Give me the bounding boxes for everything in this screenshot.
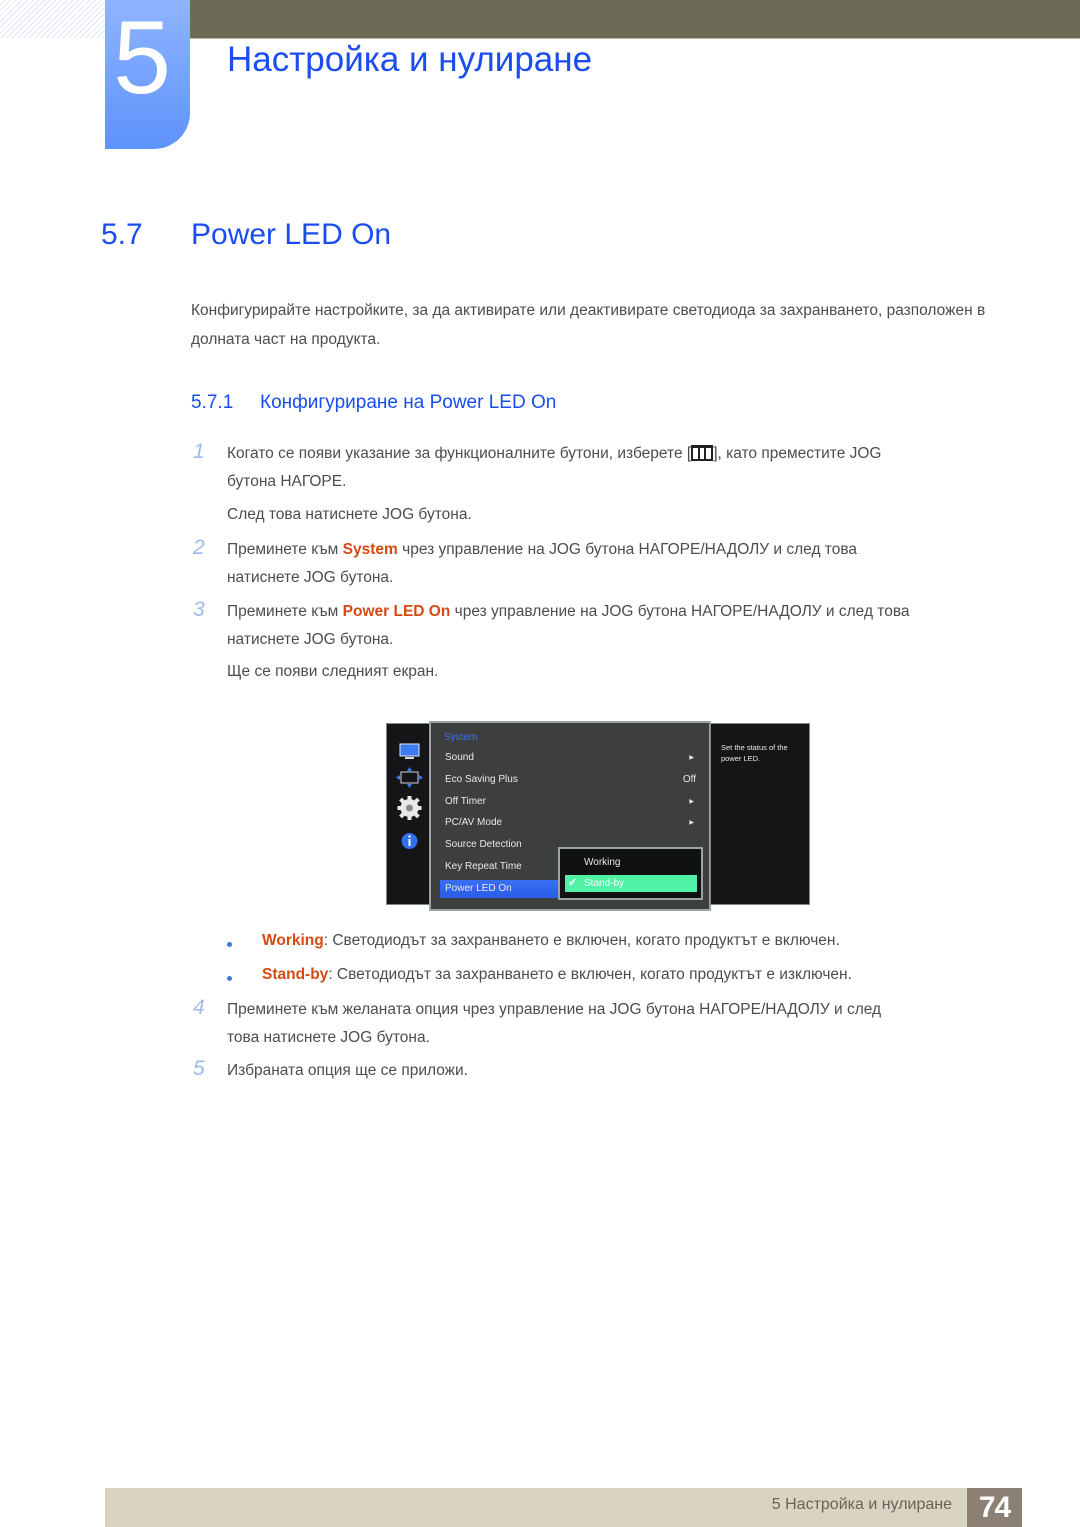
osd-item-power-led-on[interactable]: Power LED On: [440, 880, 560, 898]
subsection-number: 5.7.1: [191, 392, 234, 413]
osd-menu-panel: System Sound ▶ Eco Saving Plus Off Off T…: [429, 721, 711, 911]
footer-chapter-title: 5 Настройка и нулиране: [771, 1496, 952, 1513]
power-led-highlight: Power LED On: [342, 603, 451, 620]
step-3-line2: натиснете JOG бутона.: [227, 631, 394, 648]
osd-option-stand-by[interactable]: ✔ Stand-by: [565, 875, 697, 892]
step-4-line2: това натиснете JOG бутона.: [227, 1029, 430, 1046]
osd-option-label: Working: [584, 857, 621, 868]
arrow-right-icon: ▶: [689, 755, 694, 761]
header-hatch-decoration: [0, 0, 105, 38]
step-2-line2: натиснете JOG бутона.: [227, 569, 394, 586]
osd-option-working[interactable]: Working: [565, 854, 697, 871]
monitor-icon[interactable]: [399, 743, 420, 759]
system-highlight: System: [342, 541, 398, 558]
option-stand-by: Stand-by: Светодиодът за захранването е …: [262, 961, 1022, 989]
osd-item-label: PC/AV Mode: [445, 817, 503, 828]
step-1-note: След това натиснете JOG бутона.: [227, 506, 472, 523]
osd-item-off-timer[interactable]: Off Timer ▶: [440, 793, 700, 811]
osd-item-label: Eco Saving Plus: [445, 774, 518, 785]
osd-item-label: Sound: [445, 752, 474, 763]
osd-submenu: Working ✔ Stand-by: [558, 847, 703, 900]
info-icon[interactable]: [401, 833, 418, 849]
osd-item-label: Key Repeat Time: [445, 861, 522, 872]
option-name: Stand-by: [262, 966, 329, 983]
chapter-tab: 5: [105, 0, 190, 149]
bullet-icon: [227, 942, 232, 947]
bullet-icon: [227, 976, 232, 981]
osd-sidebar-icons: [396, 743, 423, 849]
step-1-line2: бутона НАГОРЕ.: [227, 473, 347, 490]
step-1-text-b: ], като преместите JOG: [713, 445, 882, 462]
step-3-post: чрез управление на JOG бутона НАГОРЕ/НАД…: [450, 603, 910, 620]
step-4-text: Преминете към желаната опция чрез управл…: [227, 996, 1017, 1052]
osd-item-label: Power LED On: [445, 883, 512, 894]
osd-item-sound[interactable]: Sound ▶: [440, 749, 700, 767]
step-number: 2: [193, 536, 205, 559]
chapter-number: 5: [113, 0, 171, 116]
step-3-text: Преминете към Power LED On чрез управлен…: [227, 598, 1017, 654]
step-4-line1: Преминете към желаната опция чрез управл…: [227, 1001, 882, 1018]
step-number: 5: [193, 1057, 205, 1080]
step-number: 4: [193, 996, 205, 1019]
osd-option-label: Stand-by: [584, 878, 625, 889]
gear-icon[interactable]: [397, 796, 422, 820]
subsection-title: Конфигуриране на Power LED On: [260, 392, 557, 413]
checkmark-icon: ✔: [568, 877, 578, 889]
arrow-right-icon: ▶: [689, 799, 694, 805]
option-working: Working: Светодиодът за захранването е в…: [262, 927, 1022, 955]
section-title: Power LED On: [191, 218, 392, 251]
menu-icon: [691, 445, 714, 461]
osd-item-label: Off Timer: [445, 796, 486, 807]
osd-item-pc-av-mode[interactable]: PC/AV Mode ▶: [440, 814, 700, 832]
header-bar: [190, 0, 1080, 39]
resize-arrows-icon[interactable]: [396, 767, 423, 788]
step-2-pre: Преминете към: [227, 541, 343, 558]
step-3-pre: Преминете към: [227, 603, 343, 620]
osd-help-panel: Set the status of the power LED.: [710, 723, 810, 905]
option-desc: : Светодиодът за захранването е включен,…: [323, 932, 840, 949]
step-2-text: Преминете към System чрез управление на …: [227, 536, 1017, 592]
osd-help-text: Set the status of the power LED.: [721, 743, 788, 763]
step-number: 3: [193, 598, 205, 621]
osd-item-eco-saving-plus[interactable]: Eco Saving Plus Off: [440, 771, 700, 789]
section-intro: Конфигурирайте настройките, за да активи…: [191, 302, 986, 348]
page-footer: 5 Настройка и нулиране: [105, 1488, 1022, 1527]
step-number: 1: [193, 440, 205, 463]
option-name: Working: [262, 932, 324, 949]
page-number: 74: [967, 1488, 1022, 1527]
step-1-text: Когато се появи указание за функционални…: [227, 440, 1017, 496]
section-number: 5.7: [101, 218, 143, 251]
step-1-text-a: Когато се появи указание за функционални…: [227, 445, 692, 462]
option-desc: : Светодиодът за захранването е включен,…: [328, 966, 852, 983]
step-5-text: Избраната опция ще се приложи.: [227, 1062, 468, 1079]
step-2-post: чрез управление на JOG бутона НАГОРЕ/НАД…: [397, 541, 858, 558]
osd-sidebar: [386, 723, 432, 905]
osd-item-label: Source Detection: [445, 839, 522, 850]
osd-category-system: System: [444, 732, 478, 743]
osd-item-value: Off: [682, 774, 696, 785]
chapter-title: Настройка и нулиране: [227, 40, 593, 79]
step-3-note: Ще се появи следният екран.: [227, 663, 439, 680]
arrow-right-icon: ▶: [689, 820, 694, 826]
